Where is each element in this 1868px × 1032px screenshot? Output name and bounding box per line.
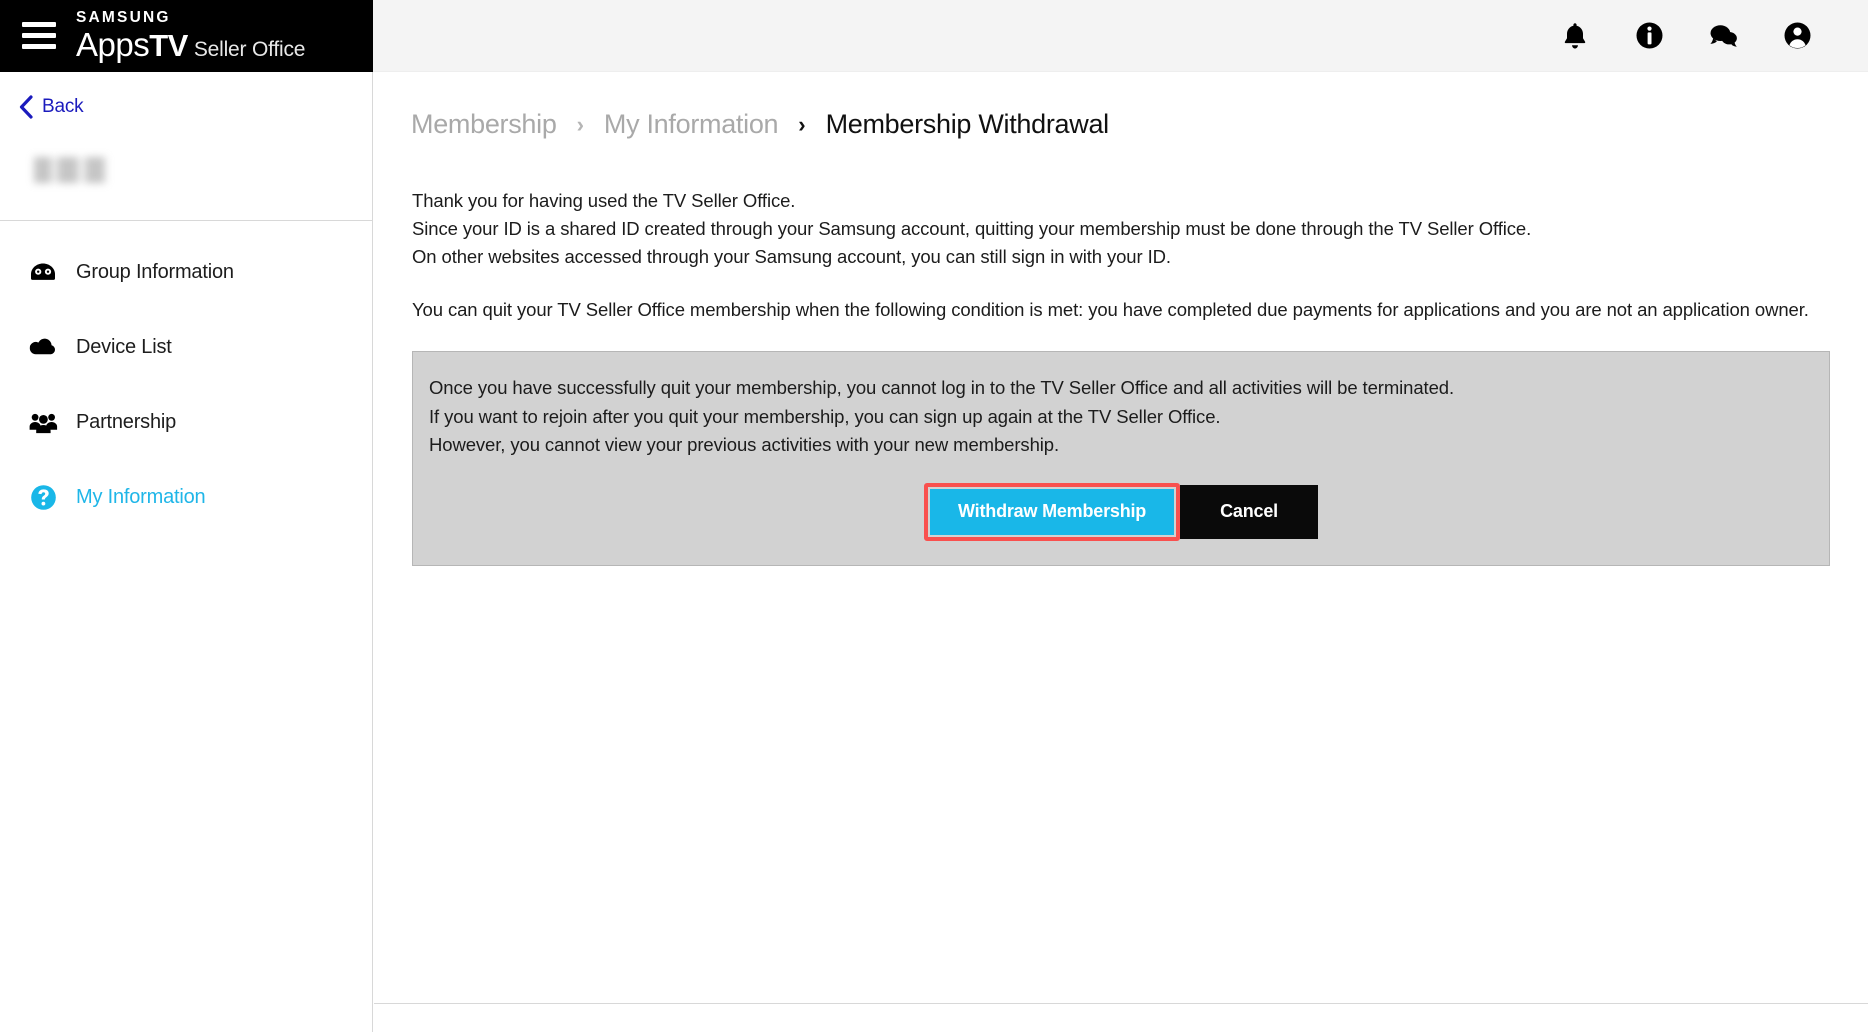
info-circle-icon[interactable] <box>1634 21 1664 51</box>
withdraw-membership-button[interactable]: Withdraw Membership <box>930 488 1175 535</box>
hamburger-bar <box>22 44 56 49</box>
breadcrumb-item-membership-withdrawal: Membership Withdrawal <box>825 109 1110 139</box>
withdrawal-actions: Withdraw Membership Cancel <box>429 482 1813 541</box>
breadcrumb-item-membership[interactable]: Membership <box>411 109 557 140</box>
sidebar-item-label: Partnership <box>76 411 177 433</box>
chevron-left-icon <box>19 95 33 119</box>
page-root: SAMSUNG Apps TV Seller Office Back Group… <box>0 0 1868 1032</box>
intro-paragraph: Thank you for having used the TV Seller … <box>412 187 1868 271</box>
sidebar-nav: Group Information Device List Partnershi… <box>0 221 372 535</box>
notice-line-3: However, you cannot view your previous a… <box>429 433 1060 455</box>
withdrawal-warning-box: Once you have successfully quit your mem… <box>412 351 1830 566</box>
sidebar: Back Group Information Device List Partn… <box>0 72 373 1032</box>
breadcrumb-item-my-information[interactable]: My Information <box>604 109 779 140</box>
notice-line-1: Once you have successfully quit your mem… <box>429 377 1454 399</box>
breadcrumb: Membership › My Information › Membership… <box>374 72 1868 140</box>
hamburger-bar <box>22 22 56 27</box>
group-information-icon <box>28 262 58 284</box>
logo-seller-office-text: Seller Office <box>193 37 306 61</box>
back-button[interactable]: Back <box>0 72 372 119</box>
logo-samsung-text: SAMSUNG <box>76 9 171 27</box>
question-circle-icon <box>28 484 58 511</box>
top-bar: SAMSUNG Apps TV Seller Office <box>0 0 1868 72</box>
intro-line-3: On other websites accessed through your … <box>412 246 1171 268</box>
logo-product-text: Apps TV Seller Office <box>76 28 305 61</box>
notifications-bell-icon[interactable] <box>1560 21 1590 51</box>
sidebar-item-partnership[interactable]: Partnership <box>0 385 372 460</box>
back-button-label: Back <box>42 96 84 117</box>
sidebar-item-device-list[interactable]: Device List <box>0 310 372 385</box>
people-group-icon <box>28 411 58 434</box>
main-content: Membership › My Information › Membership… <box>374 72 1868 1032</box>
hamburger-bar <box>22 33 56 38</box>
top-bar-icon-group <box>1560 21 1812 51</box>
condition-paragraph: You can quit your TV Seller Office membe… <box>412 299 1809 321</box>
footer-divider <box>374 1003 1868 1004</box>
sidebar-item-my-information[interactable]: My Information <box>0 460 372 535</box>
cloud-icon <box>28 337 58 358</box>
sidebar-item-label: Group Information <box>76 261 234 283</box>
chat-bubbles-icon[interactable] <box>1708 21 1738 51</box>
user-account-icon[interactable] <box>1782 21 1812 51</box>
intro-line-2: Since your ID is a shared ID created thr… <box>412 218 1532 240</box>
intro-line-1: Thank you for having used the TV Seller … <box>412 190 796 211</box>
withdraw-button-highlight: Withdraw Membership <box>924 482 1181 541</box>
cancel-button[interactable]: Cancel <box>1180 484 1318 539</box>
app-logo[interactable]: SAMSUNG Apps TV Seller Office <box>76 10 305 61</box>
hamburger-menu-icon[interactable] <box>22 22 56 49</box>
breadcrumb-separator-icon: › <box>576 111 584 137</box>
sidebar-item-group-information[interactable]: Group Information <box>0 235 372 310</box>
withdrawal-description: Thank you for having used the TV Seller … <box>374 140 1868 324</box>
notice-line-2: If you want to rejoin after you quit you… <box>429 405 1221 427</box>
logo-apps-text: Apps <box>76 25 150 63</box>
sidebar-item-label: Device List <box>76 336 172 358</box>
brand-block: SAMSUNG Apps TV Seller Office <box>0 0 373 72</box>
sidebar-item-label: My Information <box>76 486 206 508</box>
user-name-redacted <box>34 157 122 183</box>
logo-tv-text: TV <box>149 27 188 63</box>
breadcrumb-separator-icon: › <box>798 111 806 137</box>
